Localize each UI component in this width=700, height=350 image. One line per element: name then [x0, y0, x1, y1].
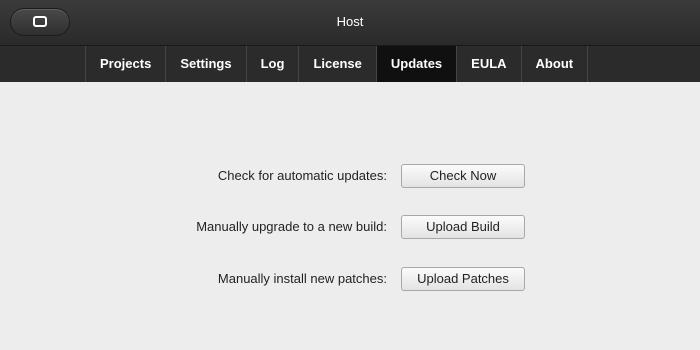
title-bar: Host [0, 0, 700, 45]
tab-updates[interactable]: Updates [376, 46, 458, 82]
tab-projects[interactable]: Projects [86, 46, 167, 82]
tab-eula[interactable]: EULA [457, 46, 522, 82]
check-updates-label: Check for automatic updates: [217, 168, 387, 183]
upload-patches-button[interactable]: Upload Patches [401, 267, 525, 291]
tab-settings[interactable]: Settings [166, 46, 247, 82]
upgrade-build-row: Manually upgrade to a new build: Upload … [0, 215, 700, 243]
upload-build-button[interactable]: Upload Build [401, 215, 525, 239]
window-button[interactable] [10, 8, 70, 36]
tab-about[interactable]: About [522, 46, 589, 82]
upgrade-build-label: Manually upgrade to a new build: [196, 219, 387, 234]
install-patches-label: Manually install new patches: [217, 271, 387, 286]
window-title: Host [336, 14, 364, 29]
host-window: Host Projects Settings Log License Updat… [0, 0, 700, 350]
tab-list: Projects Settings Log License Updates EU… [85, 46, 589, 82]
check-updates-row: Check for automatic updates: Check Now [0, 164, 700, 192]
tab-license[interactable]: License [299, 46, 377, 82]
window-restore-icon [33, 16, 47, 27]
updates-panel: Check for automatic updates: Check Now M… [0, 82, 700, 350]
tab-log[interactable]: Log [247, 46, 300, 82]
install-patches-row: Manually install new patches: Upload Pat… [0, 267, 700, 295]
check-now-button[interactable]: Check Now [401, 164, 525, 188]
tab-bar: Projects Settings Log License Updates EU… [0, 45, 700, 82]
